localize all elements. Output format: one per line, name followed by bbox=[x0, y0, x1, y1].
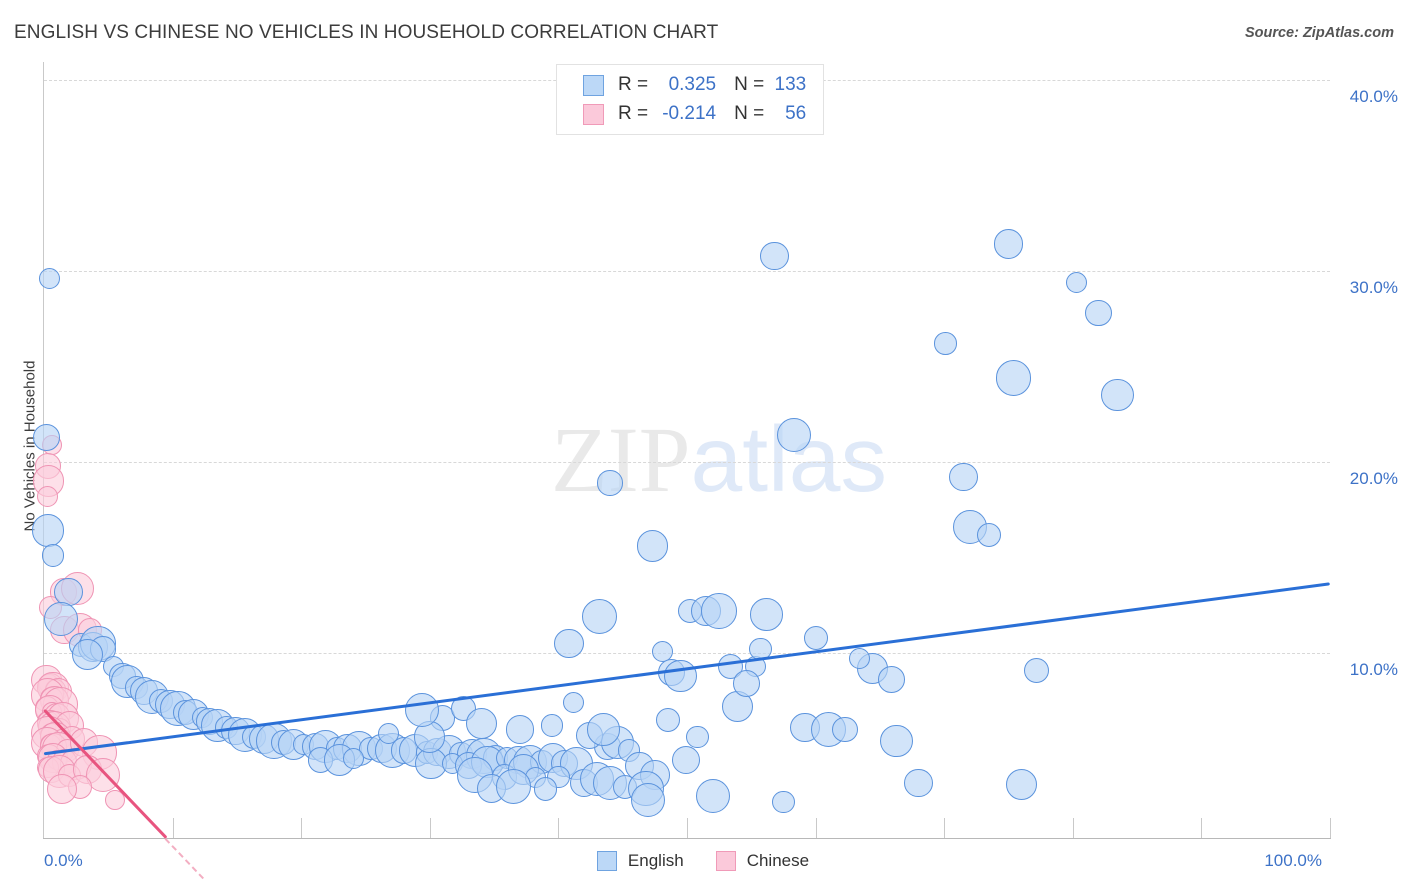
data-point-english[interactable] bbox=[904, 768, 933, 797]
data-point-english[interactable] bbox=[772, 790, 795, 814]
series-label-english: English bbox=[627, 851, 684, 870]
series-legend-item-chinese[interactable]: Chinese bbox=[715, 851, 810, 871]
data-point-english[interactable] bbox=[378, 722, 400, 744]
x-tick-40 bbox=[558, 818, 560, 838]
data-point-english[interactable] bbox=[43, 601, 78, 636]
data-point-english[interactable] bbox=[540, 714, 564, 737]
data-point-english[interactable] bbox=[934, 332, 957, 355]
data-point-english[interactable] bbox=[776, 418, 811, 453]
data-point-english[interactable] bbox=[597, 470, 623, 496]
data-point-english[interactable] bbox=[695, 779, 730, 814]
data-point-english[interactable] bbox=[655, 707, 680, 732]
data-point-english[interactable] bbox=[33, 423, 60, 451]
x-tick-100 bbox=[1330, 818, 1331, 838]
data-point-english[interactable] bbox=[533, 776, 558, 801]
gridline-30 bbox=[44, 271, 1330, 272]
legend-row-english: R = 0.325 N = 133 bbox=[557, 71, 823, 99]
data-point-english[interactable] bbox=[750, 598, 784, 632]
series-label-chinese: Chinese bbox=[746, 851, 810, 870]
legend-r-label-chinese: R = bbox=[618, 103, 649, 124]
data-point-english[interactable] bbox=[732, 670, 760, 697]
data-point-english[interactable] bbox=[949, 463, 978, 492]
x-tick-70 bbox=[944, 818, 946, 838]
scatter-plot-area bbox=[31, 62, 1331, 880]
data-point-english[interactable] bbox=[1005, 769, 1037, 801]
data-point-english[interactable] bbox=[72, 639, 104, 671]
legend-row-chinese: R = -0.214 N = 56 bbox=[557, 100, 823, 128]
data-point-english[interactable] bbox=[1066, 271, 1088, 293]
y-tick-label-10: 10.0% bbox=[1349, 660, 1398, 679]
data-point-english[interactable] bbox=[581, 598, 618, 635]
data-point-english[interactable] bbox=[760, 241, 789, 270]
series-legend-item-english[interactable]: English bbox=[596, 851, 684, 871]
data-point-english[interactable] bbox=[880, 724, 913, 758]
legend-r-label-english: R = bbox=[618, 74, 649, 95]
legend-n-label-chinese: N = bbox=[734, 103, 765, 124]
gridline-10 bbox=[44, 653, 1330, 654]
data-point-english[interactable] bbox=[631, 783, 666, 818]
data-point-english[interactable] bbox=[664, 659, 697, 693]
data-point-english[interactable] bbox=[505, 715, 534, 744]
series-legend: English Chinese bbox=[0, 851, 1406, 871]
legend-swatch-english bbox=[583, 74, 604, 96]
data-point-english[interactable] bbox=[977, 522, 1002, 547]
data-point-english[interactable] bbox=[995, 360, 1032, 396]
x-axis-line bbox=[43, 838, 1331, 839]
x-tick-80 bbox=[1072, 818, 1074, 838]
legend-n-value-english: 133 bbox=[774, 74, 807, 95]
data-point-chinese[interactable] bbox=[46, 773, 78, 804]
y-tick-label-40: 40.0% bbox=[1349, 87, 1398, 106]
x-tick-20 bbox=[301, 818, 303, 838]
data-point-english[interactable] bbox=[1024, 657, 1050, 683]
correlation-legend: R = 0.325 N = 133 R = -0.214 N = 56 bbox=[556, 64, 824, 135]
y-tick-label-20: 20.0% bbox=[1349, 469, 1398, 488]
data-point-chinese[interactable] bbox=[36, 485, 58, 508]
series-swatch-chinese bbox=[715, 851, 736, 871]
data-point-english[interactable] bbox=[495, 768, 532, 805]
data-point-english[interactable] bbox=[563, 692, 585, 714]
data-point-english[interactable] bbox=[993, 229, 1024, 260]
data-point-english[interactable] bbox=[343, 747, 365, 769]
y-tick-label-30: 30.0% bbox=[1349, 278, 1398, 297]
x-tick-60 bbox=[815, 818, 817, 838]
data-point-english[interactable] bbox=[686, 725, 709, 749]
legend-n-label-english: N = bbox=[734, 74, 765, 95]
data-point-english[interactable] bbox=[803, 625, 828, 650]
data-point-english[interactable] bbox=[1101, 378, 1135, 412]
source-attribution: Source: ZipAtlas.com bbox=[1244, 25, 1394, 41]
x-tick-90 bbox=[1201, 818, 1203, 838]
legend-n-value-chinese: 56 bbox=[785, 103, 807, 124]
x-tick-30 bbox=[429, 818, 431, 838]
data-point-english[interactable] bbox=[671, 745, 700, 775]
page-title: ENGLISH VS CHINESE NO VEHICLES IN HOUSEH… bbox=[14, 22, 719, 43]
data-point-english[interactable] bbox=[31, 514, 65, 548]
data-point-english[interactable] bbox=[38, 268, 60, 290]
data-point-english[interactable] bbox=[41, 544, 65, 567]
data-point-english[interactable] bbox=[701, 593, 737, 629]
gridline-20 bbox=[44, 462, 1330, 463]
data-point-english[interactable] bbox=[878, 666, 905, 694]
x-tick-10 bbox=[172, 818, 174, 838]
series-swatch-english bbox=[596, 851, 617, 871]
x-tick-50 bbox=[687, 818, 688, 838]
data-point-english[interactable] bbox=[832, 716, 858, 743]
data-point-english[interactable] bbox=[465, 708, 497, 740]
legend-swatch-chinese bbox=[583, 103, 604, 125]
data-point-english[interactable] bbox=[848, 648, 870, 670]
data-point-english[interactable] bbox=[1085, 299, 1112, 327]
data-point-english[interactable] bbox=[587, 713, 620, 746]
data-point-english[interactable] bbox=[636, 530, 668, 562]
legend-r-value-english: 0.325 bbox=[668, 74, 717, 95]
data-point-english[interactable] bbox=[553, 628, 584, 659]
legend-r-value-chinese: -0.214 bbox=[662, 103, 717, 124]
